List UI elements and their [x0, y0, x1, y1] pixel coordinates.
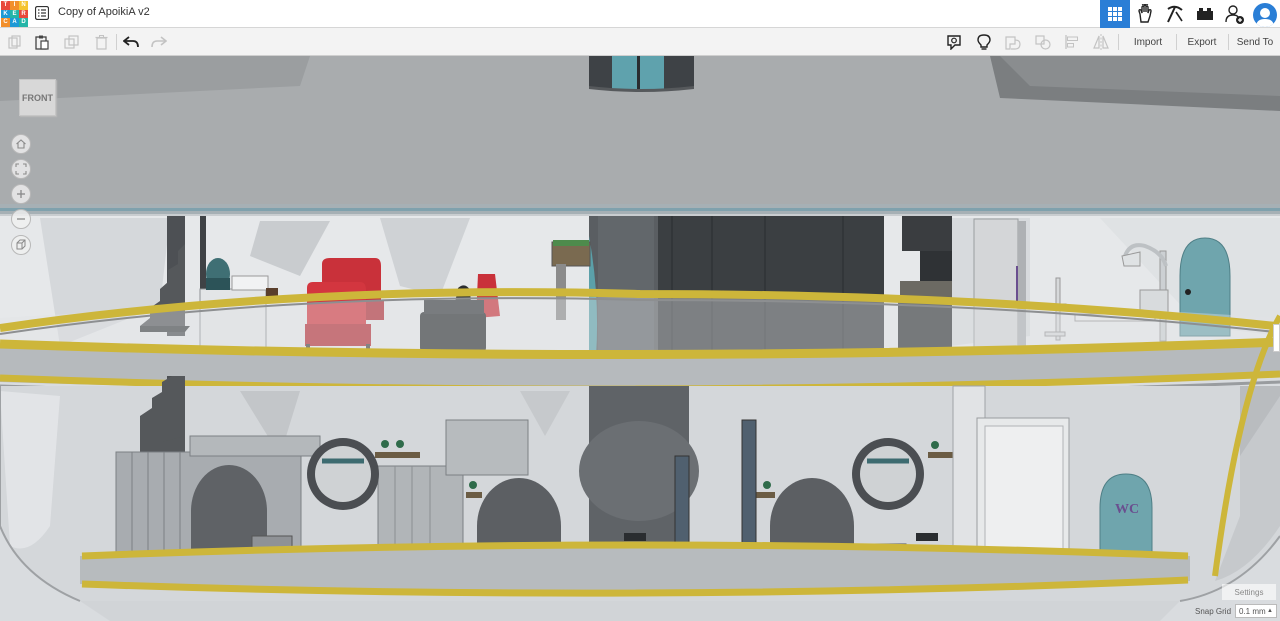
top-bar: TINKERCAD Copy of ApoikiA v2 — [0, 0, 1280, 28]
avatar — [1253, 3, 1277, 27]
toolbar-divider — [1118, 34, 1119, 50]
zoom-out-icon[interactable] — [11, 209, 31, 229]
3d-model-scene[interactable]: WC — [0, 56, 1280, 621]
snap-grid-value: 0.1 mm — [1239, 606, 1266, 616]
perspective-icon[interactable] — [11, 235, 31, 255]
toolbar-divider — [1228, 34, 1229, 50]
logo-letter: R — [19, 9, 28, 19]
logo-letter: T — [1, 1, 10, 10]
zoom-in-icon[interactable] — [11, 184, 31, 204]
undo-icon[interactable] — [122, 33, 140, 51]
settings-button[interactable]: Settings — [1222, 584, 1276, 600]
panel-collapse-handle[interactable] — [1273, 324, 1280, 352]
align-icon[interactable] — [1063, 33, 1081, 51]
tinkercad-logo[interactable]: TINKERCAD — [1, 1, 28, 27]
snap-grid-select[interactable]: 0.1 mm ▲ — [1235, 604, 1277, 618]
ungroup-icon[interactable] — [1034, 33, 1052, 51]
list-icon[interactable] — [34, 5, 50, 21]
header-icon-group — [1100, 0, 1280, 28]
logo-letter: D — [19, 18, 28, 27]
toolbar-divider — [1176, 34, 1177, 50]
delete-icon[interactable] — [92, 33, 110, 51]
note-icon[interactable] — [945, 33, 963, 51]
lightbulb-icon[interactable] — [975, 33, 993, 51]
circuits-hand-icon[interactable] — [1130, 0, 1160, 28]
lego-brick-icon[interactable] — [1190, 0, 1220, 28]
logo-letter: K — [1, 9, 10, 19]
snap-grid-label: Snap Grid — [1195, 607, 1232, 616]
logo-letter: I — [10, 1, 19, 10]
group-icon[interactable] — [1004, 33, 1022, 51]
copy-icon[interactable] — [6, 33, 24, 51]
tinkercad-app: TINKERCAD Copy of ApoikiA v2 Import Expo… — [0, 0, 1280, 621]
view-cube[interactable]: FRONT — [19, 79, 56, 116]
codeblocks-pickaxe-icon[interactable] — [1160, 0, 1190, 28]
logo-letter: C — [1, 18, 10, 27]
export-button[interactable]: Export — [1180, 31, 1224, 53]
home-icon[interactable] — [11, 134, 31, 154]
mirror-icon[interactable] — [1092, 33, 1110, 51]
redo-icon[interactable] — [150, 33, 168, 51]
design-title[interactable]: Copy of ApoikiA v2 — [58, 6, 150, 18]
chevron-up-icon: ▲ — [1267, 608, 1273, 614]
wc-sign: WC — [1115, 502, 1139, 517]
paste-icon[interactable] — [33, 33, 51, 51]
add-user-icon[interactable] — [1220, 0, 1250, 28]
user-avatar-icon[interactable] — [1250, 0, 1280, 28]
3d-design-grid-icon[interactable] — [1100, 0, 1130, 28]
workplane-viewport[interactable]: WC FRONT Settings Snap Grid 0.1 mm ▲ — [0, 56, 1280, 621]
logo-letter: N — [19, 1, 28, 10]
logo-letter: A — [10, 18, 19, 27]
duplicate-icon[interactable] — [63, 33, 81, 51]
toolbar-divider — [116, 34, 117, 50]
send-to-button[interactable]: Send To — [1232, 31, 1278, 53]
edit-toolbar: Import Export Send To — [0, 28, 1280, 56]
import-button[interactable]: Import — [1124, 31, 1172, 53]
logo-letter: E — [10, 9, 19, 19]
fit-view-icon[interactable] — [11, 159, 31, 179]
